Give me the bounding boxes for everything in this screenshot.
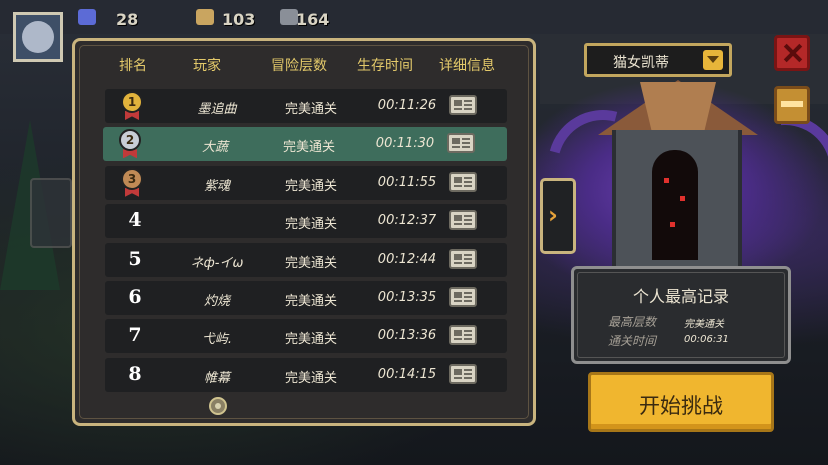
token-icon — [196, 9, 214, 25]
floors-cleared: 完美通关 — [282, 140, 335, 156]
start-challenge-label: 开始挑战 — [639, 394, 723, 418]
glowing-eye-icon — [670, 222, 675, 227]
leaderboard-row[interactable]: 3 紫魂 完美通关 00:11:55 — [105, 165, 507, 200]
personal-best-panel: 个人最高记录 最高层数 完美通关 通关时间 00:06:31 — [571, 266, 791, 364]
rank-number: 8 — [128, 362, 142, 385]
glowing-eye-icon — [664, 178, 669, 183]
clear-time-label: 通关时间 — [608, 334, 657, 348]
best-floors-label: 最高层数 — [608, 315, 657, 329]
survival-time: 00:13:36 — [377, 328, 437, 344]
start-challenge-button[interactable]: 开始挑战 — [588, 372, 774, 432]
glowing-eye-icon — [680, 196, 685, 201]
gem-count: 28 — [116, 10, 139, 29]
clear-time-value: 00:06:31 — [684, 334, 729, 345]
survival-time: 00:11:55 — [377, 174, 437, 190]
token-count: 103 — [222, 10, 256, 29]
leaderboard-row[interactable]: 6 灼烧 完美通关 00:13:35 — [105, 281, 507, 315]
survival-time: 00:12:44 — [377, 251, 437, 267]
leaderboard-row[interactable]: 5 ネф-イω 完美通关 00:12:44 — [105, 242, 507, 277]
floors-cleared: 完美通关 — [284, 102, 337, 117]
character-name: 猫女凯蒂 — [613, 55, 669, 71]
leaderboard-row[interactable]: 1 墨追曲 完美通关 00:11:26 — [105, 89, 507, 123]
header-time: 生存时间 — [357, 58, 413, 74]
personal-best-title: 个人最高记录 — [632, 287, 729, 306]
survival-time: 00:12:37 — [377, 213, 437, 229]
avatar-portrait — [22, 21, 54, 53]
survival-time: 00:13:35 — [377, 290, 437, 305]
details-card-icon[interactable] — [449, 325, 477, 346]
chevron-right-icon: › — [548, 201, 558, 229]
leaderboard-panel: 排名 玩家 冒险层数 生存时间 详细信息 1 墨追曲 完美通关 00:11:26 2 大蔬… — [72, 38, 536, 426]
chevron-down-icon[interactable] — [703, 50, 723, 70]
header-rank: 排名 — [119, 58, 147, 74]
floors-cleared: 完美通关 — [284, 255, 337, 271]
details-card-icon[interactable] — [449, 363, 477, 384]
scroll-left-arrow-icon — [30, 178, 72, 248]
survival-time: 00:11:30 — [375, 136, 435, 152]
player-name: 紫魂 — [203, 178, 230, 194]
details-card-icon[interactable] — [447, 133, 475, 154]
gem-icon — [78, 9, 96, 25]
close-button[interactable] — [774, 35, 810, 71]
player-name: ネф-イω — [190, 255, 244, 271]
header-details: 详细信息 — [439, 58, 495, 74]
page-indicator-icon[interactable] — [209, 397, 227, 415]
rank-number: 5 — [128, 247, 142, 270]
floors-cleared: 完美通关 — [284, 332, 337, 348]
expand-panel-button[interactable]: › — [540, 178, 576, 254]
floors-cleared: 完美通关 — [284, 294, 337, 309]
leaderboard-row[interactable]: 4 完美通关 00:12:37 — [105, 204, 507, 239]
best-floors-value: 完美通关 — [684, 319, 724, 330]
leaderboard-row[interactable]: 2 大蔬 完美通关 00:11:30 — [103, 127, 507, 162]
leaderboard-row[interactable]: 7 弋屿. 完美通关 00:13:36 — [105, 319, 507, 354]
header-player: 玩家 — [193, 58, 221, 74]
floors-cleared: 完美通关 — [284, 370, 337, 386]
material-count: 164 — [296, 10, 330, 29]
player-name: 帷幕 — [203, 370, 230, 386]
bronze-medal-icon: 3 — [121, 167, 143, 190]
details-card-icon[interactable] — [449, 287, 477, 307]
player-name: 大蔬 — [201, 140, 228, 156]
character-dropdown[interactable]: 猫女凯蒂 — [584, 43, 732, 77]
player-name: 灼烧 — [203, 294, 230, 309]
tower-doorway[interactable] — [652, 150, 698, 260]
floors-cleared: 完美通关 — [284, 178, 337, 194]
floors-cleared: 完美通关 — [284, 217, 337, 233]
rank-number: 4 — [128, 209, 142, 232]
header-floors: 冒险层数 — [271, 58, 327, 74]
rank-number: 7 — [128, 324, 142, 347]
gold-medal-icon: 1 — [121, 91, 143, 113]
details-card-icon[interactable] — [449, 248, 477, 269]
player-name: 弋屿. — [201, 332, 233, 348]
treasure-chest-button[interactable] — [774, 86, 810, 124]
survival-time: 00:11:26 — [377, 98, 437, 113]
details-card-icon[interactable] — [449, 171, 477, 192]
rank-number: 6 — [128, 286, 142, 308]
details-card-icon[interactable] — [449, 210, 477, 231]
player-avatar[interactable] — [13, 12, 63, 62]
survival-time: 00:14:15 — [377, 366, 437, 382]
silver-medal-icon: 2 — [119, 129, 141, 152]
player-name: 墨追曲 — [197, 102, 237, 117]
leaderboard-row[interactable]: 8 帷幕 完美通关 00:14:15 — [105, 357, 507, 392]
details-card-icon[interactable] — [449, 95, 477, 115]
